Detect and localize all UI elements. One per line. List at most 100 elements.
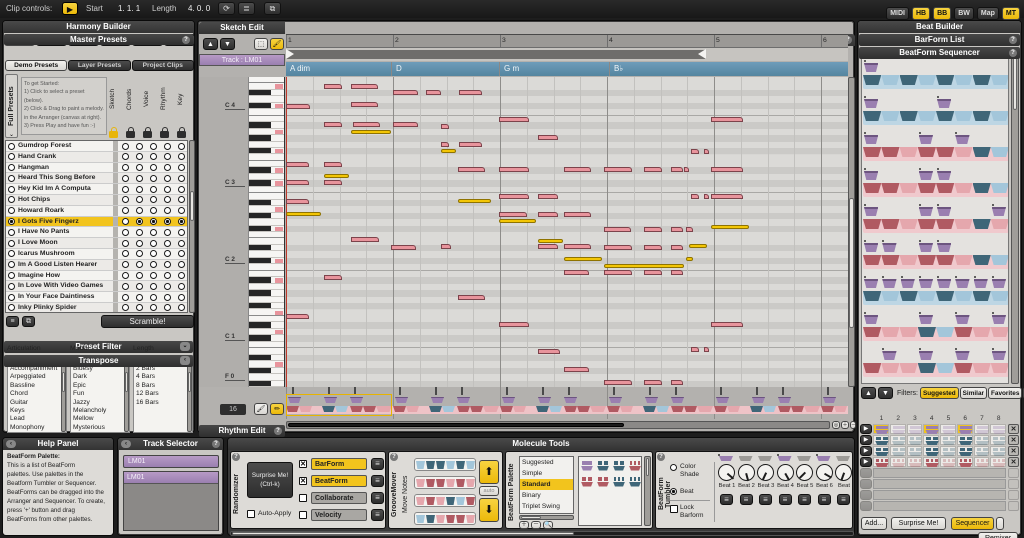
sequencer-cell[interactable]	[940, 446, 956, 456]
midi-note[interactable]	[644, 167, 662, 172]
preset-row[interactable]: Hand Crank	[6, 152, 187, 163]
groove-auto-button[interactable]: auto	[479, 486, 499, 496]
sequencer-cell[interactable]	[923, 457, 939, 467]
midi-note[interactable]	[644, 380, 662, 385]
help-icon[interactable]: ?	[1009, 36, 1017, 44]
palette-beatform[interactable]	[581, 461, 593, 471]
barform-segment[interactable]	[973, 219, 991, 229]
barform-segment[interactable]	[954, 183, 972, 193]
preset-cell-radio[interactable]	[178, 294, 185, 301]
rhythm-segment[interactable]	[577, 406, 590, 412]
black-key[interactable]	[249, 381, 271, 386]
beatform-icon[interactable]	[892, 459, 906, 467]
field-checkbox[interactable]: ✕	[299, 460, 307, 468]
rhythm-lane[interactable]	[286, 387, 848, 419]
filter-option[interactable]: Dark	[71, 373, 129, 381]
preset-cell-radio[interactable]	[164, 240, 171, 247]
melody-note[interactable]	[351, 130, 391, 134]
mode-button-hb[interactable]: HB	[912, 7, 930, 20]
knob-menu-button[interactable]	[720, 494, 733, 505]
barform-segment[interactable]	[991, 291, 1009, 301]
knob-menu-button[interactable]	[818, 494, 831, 505]
beatform-icon[interactable]	[875, 437, 889, 445]
groove-strip[interactable]	[414, 476, 476, 489]
field-velocity[interactable]: Velocity	[311, 509, 367, 521]
preset-row[interactable]: In Love With Video Games	[6, 281, 187, 292]
barform-segment[interactable]	[954, 291, 972, 301]
rhythm-segment[interactable]	[763, 406, 776, 412]
knob-beatform-icon[interactable]	[778, 456, 792, 461]
barform-purple[interactable]	[937, 243, 951, 252]
preset-row[interactable]: Im A Good Listen Hearer	[6, 260, 187, 271]
preset-row[interactable]: I Love Moon	[6, 238, 187, 249]
preset-row[interactable]: Heard This Song Before	[6, 173, 187, 184]
melody-note[interactable]	[689, 244, 707, 248]
midi-note[interactable]	[604, 245, 632, 250]
barform-segment[interactable]	[918, 219, 936, 229]
preset-cell-radio[interactable]	[178, 207, 185, 214]
filter-button-favorites[interactable]: Favorites	[988, 387, 1022, 399]
midi-note[interactable]	[704, 347, 709, 352]
midi-note[interactable]	[604, 227, 631, 232]
sequencer-empty-row[interactable]	[873, 490, 1006, 500]
barform-segment[interactable]	[936, 363, 954, 373]
beatform-icon[interactable]	[925, 437, 939, 445]
midi-note[interactable]	[324, 84, 342, 89]
preset-row[interactable]: I Have No Pants	[6, 227, 187, 238]
sequencer-cell[interactable]	[940, 435, 956, 445]
midi-note[interactable]	[564, 367, 589, 372]
beatform-icon[interactable]	[925, 448, 939, 456]
barform-purple[interactable]	[864, 243, 878, 252]
preset-cell-radio[interactable]	[150, 240, 157, 247]
black-key[interactable]	[249, 355, 271, 360]
barform-segment[interactable]	[900, 327, 918, 337]
black-key[interactable]	[249, 245, 271, 250]
barform-purple[interactable]	[919, 135, 933, 144]
preset-cell-radio[interactable]	[136, 143, 143, 150]
sequencer-cell[interactable]	[890, 435, 906, 445]
beatform-icon[interactable]	[976, 459, 990, 467]
preset-cell-radio[interactable]	[122, 186, 129, 193]
sequencer-cell[interactable]	[990, 457, 1006, 467]
beatform-icon[interactable]	[959, 459, 973, 467]
marquee-tool-icon[interactable]: ⬚	[254, 38, 268, 50]
sequencer-empty-row[interactable]	[873, 501, 1006, 511]
knob-menu-button[interactable]	[779, 494, 792, 505]
preset-cell-radio[interactable]	[150, 153, 157, 160]
full-presets-strip[interactable]: Full Presets ⌄	[5, 74, 18, 138]
melody-note[interactable]	[324, 174, 349, 178]
sequencer-cell[interactable]	[957, 457, 973, 467]
rhythm-segment[interactable]	[671, 406, 684, 412]
preset-cell-radio[interactable]	[150, 304, 157, 311]
barform-segment[interactable]	[936, 219, 954, 229]
midi-note[interactable]	[286, 162, 309, 167]
beatform-icon[interactable]	[909, 448, 923, 456]
preset-cell-radio[interactable]	[150, 175, 157, 182]
beatform-icon[interactable]	[925, 426, 939, 434]
rhythm-segment[interactable]	[643, 406, 656, 412]
filter-option[interactable]: Jazzy	[71, 399, 129, 407]
preset-cell-radio[interactable]	[150, 164, 157, 171]
barform-segment[interactable]	[954, 75, 972, 85]
barform-segment[interactable]	[936, 291, 954, 301]
rhythm-segment[interactable]	[697, 406, 713, 412]
palette-h-scrollbar[interactable]	[519, 515, 574, 520]
surprise-me-button[interactable]: Surprise Me!	[891, 517, 946, 530]
palette-beatform[interactable]	[597, 461, 609, 471]
preset-radio[interactable]	[8, 186, 15, 193]
rhythm-segment[interactable]	[393, 406, 406, 412]
sequencer-cell[interactable]	[957, 435, 973, 445]
barform-purple[interactable]	[955, 315, 969, 324]
preset-cell-radio[interactable]	[122, 294, 129, 301]
preset-cell-radio[interactable]	[164, 294, 171, 301]
midi-note[interactable]	[711, 117, 743, 122]
sequencer-play-button[interactable]: ▶	[860, 457, 872, 467]
barform-segment[interactable]	[881, 327, 899, 337]
palette-beatform[interactable]	[629, 461, 641, 471]
black-key[interactable]	[249, 103, 271, 108]
color-shade-radio[interactable]	[670, 464, 677, 471]
barform-segment[interactable]	[918, 75, 936, 85]
rhythm-segment[interactable]	[483, 406, 499, 412]
preset-cell-radio[interactable]	[178, 153, 185, 160]
barform-purple[interactable]	[992, 351, 1006, 360]
